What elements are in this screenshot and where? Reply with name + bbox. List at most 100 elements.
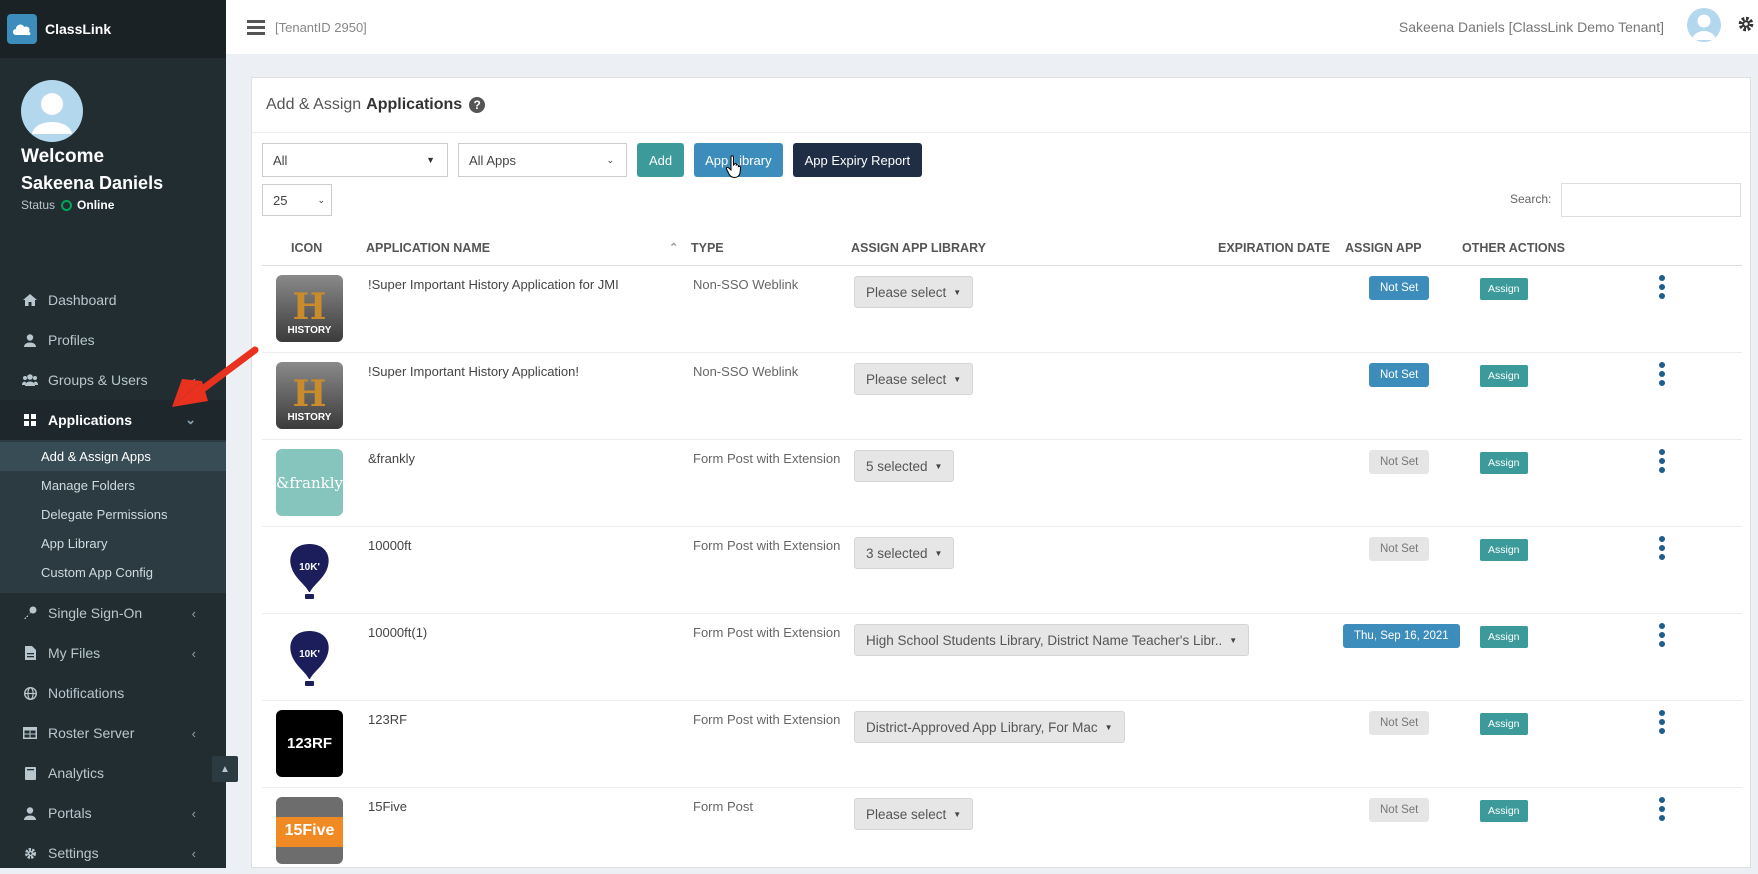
app-type: Non-SSO Weblink — [693, 364, 799, 379]
app-name[interactable]: 10000ft(1) — [368, 625, 427, 640]
balloon-icon[interactable]: 10K' — [276, 623, 343, 690]
sort-asc-icon[interactable]: ⌃ — [669, 241, 678, 254]
library-dropdown[interactable]: Please select ▼ — [854, 363, 974, 395]
assign-button[interactable]: Assign — [1480, 539, 1528, 561]
more-actions-icon[interactable] — [1657, 449, 1667, 475]
chevron-left-icon: ‹ — [191, 725, 196, 741]
more-actions-icon[interactable] — [1657, 536, 1667, 562]
sidebar-item-my-files[interactable]: My Files ‹ — [0, 633, 226, 673]
svg-text:HISTORY: HISTORY — [288, 412, 332, 423]
sidebar-item-portals[interactable]: Portals ‹ — [0, 793, 226, 833]
sidebar-item-applications[interactable]: Applications ⌄ — [0, 400, 226, 440]
sidebar-item-groups-users[interactable]: Groups & Users ‹ — [0, 360, 226, 400]
balloon-icon[interactable]: 10K' — [276, 536, 343, 603]
assign-button[interactable]: Assign — [1480, 800, 1528, 822]
app-expiry-report-button[interactable]: App Expiry Report — [792, 143, 923, 177]
col-expiration-date[interactable]: EXPIRATION DATE — [1218, 241, 1330, 255]
col-application-name[interactable]: APPLICATION NAME — [366, 241, 490, 255]
expiration-badge[interactable]: Not Set — [1369, 537, 1430, 561]
sidebar-item-label: Applications — [48, 412, 133, 428]
table-row: H HISTORY !Super Important History Applic… — [262, 353, 1742, 440]
file-icon — [22, 646, 38, 660]
globe-icon — [22, 686, 38, 700]
library-dropdown[interactable]: Please select ▼ — [854, 798, 974, 830]
app-name[interactable]: 15Five — [368, 799, 407, 814]
library-dropdown-value: Please select — [866, 284, 947, 300]
more-actions-icon[interactable] — [1657, 362, 1667, 388]
hamburger-menu-icon[interactable] — [247, 17, 265, 38]
caret-down-icon: ▼ — [1104, 722, 1113, 732]
library-dropdown[interactable]: 5 selected ▼ — [854, 450, 955, 482]
sidebar: ClassLink Welcome Sakeena Daniels Status… — [0, 0, 226, 868]
assign-button[interactable]: Assign — [1480, 365, 1528, 387]
table-row: 10K' 10000ft Form Post with Extension 3 … — [262, 527, 1742, 614]
sidebar-item-notifications[interactable]: Notifications — [0, 673, 226, 713]
submenu-app-library[interactable]: App Library — [0, 529, 226, 558]
sidebar-item-roster-server[interactable]: Roster Server ‹ — [0, 713, 226, 753]
top-user-name[interactable]: Sakeena Daniels [ClassLink Demo Tenant] — [1399, 19, 1664, 35]
status-label: Status — [21, 198, 56, 212]
add-button[interactable]: Add — [637, 143, 685, 177]
app-name[interactable]: !Super Important History Application! — [368, 364, 579, 379]
app-name[interactable]: 10000ft — [368, 538, 411, 553]
submenu-delegate-permissions[interactable]: Delegate Permissions — [0, 500, 226, 529]
svg-text:H: H — [292, 286, 326, 328]
table-row: 10K' 10000ft(1) Form Post with Extension… — [262, 614, 1742, 701]
submenu-custom-app-config[interactable]: Custom App Config — [0, 558, 226, 587]
col-type[interactable]: TYPE — [691, 241, 724, 255]
library-dropdown[interactable]: High School Students Library, District N… — [854, 624, 1250, 656]
chevron-down-icon: ⌄ — [606, 154, 614, 165]
library-dropdown[interactable]: District-Approved App Library, For Mac ▼ — [854, 711, 1125, 743]
app-library-button[interactable]: App Library — [694, 143, 783, 177]
search-input[interactable] — [1561, 183, 1741, 217]
library-dropdown[interactable]: 3 selected ▼ — [854, 537, 955, 569]
expiration-badge[interactable]: Not Set — [1369, 711, 1430, 735]
more-actions-icon[interactable] — [1657, 623, 1667, 649]
more-actions-icon[interactable] — [1657, 710, 1667, 736]
help-icon[interactable]: ? — [469, 97, 486, 113]
15five-icon[interactable]: 15Five — [276, 797, 343, 864]
chevron-left-icon: ‹ — [191, 645, 196, 661]
sidebar-item-label: Dashboard — [48, 292, 117, 308]
123rf-icon[interactable]: 123RF — [276, 710, 343, 777]
expiration-badge[interactable]: Not Set — [1369, 276, 1430, 300]
submenu-manage-folders[interactable]: Manage Folders — [0, 471, 226, 500]
submenu-add-assign-apps[interactable]: Add & Assign Apps — [0, 442, 226, 471]
sidebar-item-settings[interactable]: Settings ‹ — [0, 833, 226, 873]
expiration-badge[interactable]: Not Set — [1369, 363, 1430, 387]
expiration-badge[interactable]: Not Set — [1369, 798, 1430, 822]
brand-bar[interactable]: ClassLink — [0, 0, 226, 58]
sidebar-item-single-sign-on[interactable]: Single Sign-On ‹ — [0, 593, 226, 633]
assign-button[interactable]: Assign — [1480, 713, 1528, 735]
app-type: Form Post with Extension — [693, 712, 841, 727]
expiration-badge[interactable]: Not Set — [1369, 450, 1430, 474]
sidebar-item-analytics[interactable]: Analytics — [0, 753, 226, 793]
applications-submenu: Add & Assign Apps Manage Folders Delegat… — [0, 440, 226, 593]
app-filter-select[interactable]: All Apps ⌄ — [458, 143, 627, 177]
app-name[interactable]: &frankly — [368, 451, 415, 466]
avatar[interactable] — [1687, 8, 1721, 42]
assign-button[interactable]: Assign — [1480, 278, 1528, 300]
sidebar-item-dashboard[interactable]: Dashboard — [0, 280, 226, 320]
filter-select[interactable]: All ▼ — [262, 143, 448, 177]
col-assign-app-library[interactable]: ASSIGN APP LIBRARY — [851, 241, 986, 255]
scroll-up-button[interactable]: ▲ — [212, 756, 238, 782]
assign-button[interactable]: Assign — [1480, 452, 1528, 474]
frankly-icon[interactable]: &frankly — [276, 449, 343, 516]
assign-button[interactable]: Assign — [1480, 626, 1528, 648]
history-icon[interactable]: H HISTORY — [276, 275, 343, 342]
sidebar-item-label: Roster Server — [48, 725, 135, 741]
sidebar-item-label: Groups & Users — [48, 372, 148, 388]
welcome-text: Welcome — [21, 146, 105, 167]
gear-icon[interactable] — [1737, 15, 1755, 33]
more-actions-icon[interactable] — [1657, 797, 1667, 823]
history-icon[interactable]: H HISTORY — [276, 362, 343, 429]
library-dropdown[interactable]: Please select ▼ — [854, 276, 974, 308]
chevron-left-icon: ‹ — [191, 845, 196, 861]
app-name[interactable]: !Super Important History Application for… — [368, 277, 619, 292]
page-length-select[interactable]: 25 ⌄ — [262, 184, 332, 216]
sidebar-item-profiles[interactable]: Profiles — [0, 320, 226, 360]
more-actions-icon[interactable] — [1657, 275, 1667, 301]
app-name[interactable]: 123RF — [368, 712, 407, 727]
expiration-badge[interactable]: Thu, Sep 16, 2021 — [1343, 624, 1460, 648]
